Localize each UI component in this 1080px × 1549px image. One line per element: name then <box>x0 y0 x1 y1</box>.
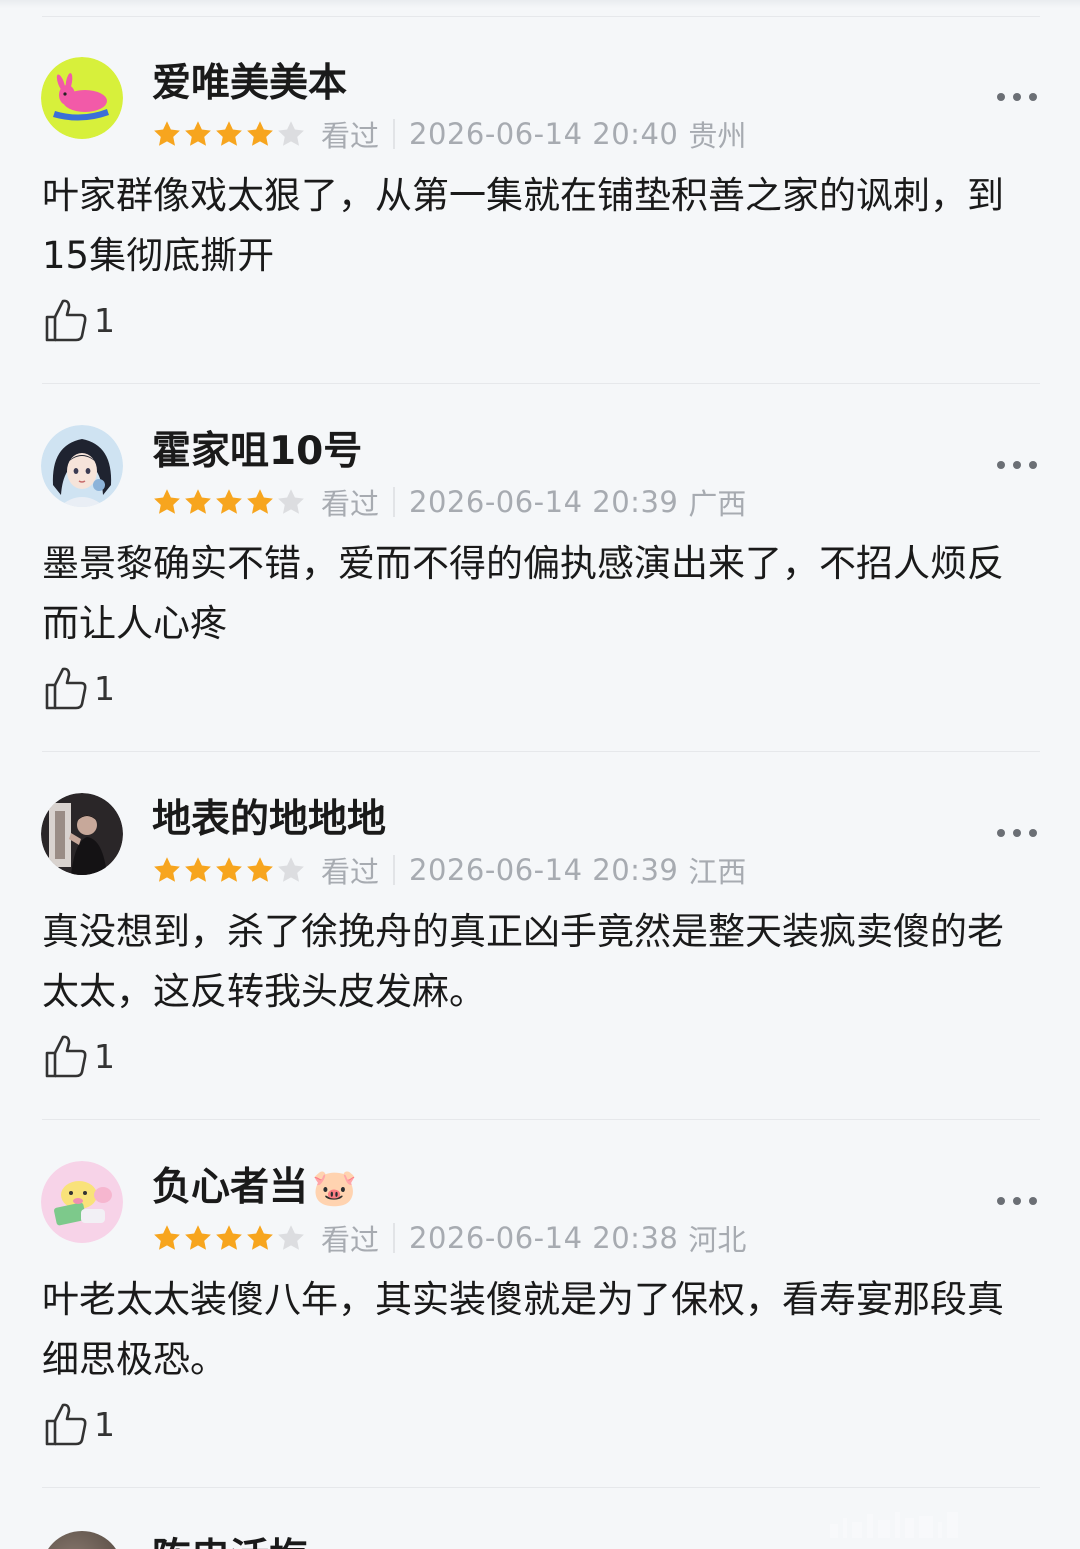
star-filled-icon <box>216 1225 242 1250</box>
thumbs-up-icon <box>45 1035 87 1078</box>
star-filled-icon <box>154 1225 180 1250</box>
avatar[interactable] <box>41 793 123 875</box>
username-text: 负心者当 <box>152 1165 309 1210</box>
avatar[interactable] <box>41 1161 123 1243</box>
star-rating <box>152 855 307 885</box>
star-rating <box>152 119 307 149</box>
thumbs-up-icon <box>45 667 87 710</box>
star-empty-icon <box>278 857 304 882</box>
avatar[interactable] <box>41 57 123 139</box>
meta-row: 看过 2026-06-14 20:39 广西 <box>152 482 746 522</box>
review-card: 负心者当 🐷 看过 2026-06-14 20:38 河北 叶老太太装傻八年，其实… <box>0 1120 1080 1488</box>
like-count: 1 <box>94 1036 115 1076</box>
review-location: 广西 <box>688 487 747 521</box>
watermark-barcode <box>830 1510 1070 1538</box>
like-button[interactable]: 1 <box>44 296 115 344</box>
review-location: 河北 <box>688 1223 747 1257</box>
top-edge <box>0 0 1080 8</box>
star-filled-icon <box>154 489 180 514</box>
star-filled-icon <box>247 1225 273 1250</box>
meta-separator <box>393 487 396 517</box>
pink-bunny-avatar <box>41 57 123 139</box>
meta-row: 看过 2026-06-14 20:38 河北 <box>152 1218 746 1258</box>
star-empty-icon <box>278 489 304 514</box>
username[interactable]: 霍家咀10号 <box>152 426 362 478</box>
like-button[interactable]: 1 <box>44 664 115 712</box>
meta-separator <box>393 119 396 149</box>
star-rating <box>152 1223 307 1253</box>
review-content: 墨景黎确实不错，爱而不得的偏执感演出来了，不招人烦反而让人心疼 <box>42 542 1004 645</box>
anime-girl-avatar <box>41 425 123 507</box>
more-options-icon[interactable] <box>995 1193 1039 1209</box>
star-filled-icon <box>154 857 180 882</box>
cartoon-pig-avatar <box>41 1161 123 1243</box>
meta-separator <box>393 855 396 885</box>
review-location: 贵州 <box>688 119 747 153</box>
star-filled-icon <box>185 1225 211 1250</box>
review-content: 叶家群像戏太狠了，从第一集就在铺垫积善之家的讽刺，到15集彻底撕开 <box>42 174 1004 277</box>
review-content: 叶老太太装傻八年，其实装傻就是为了保权，看寿宴那段真细思极恐。 <box>42 1278 1004 1381</box>
more-options-icon[interactable] <box>995 825 1039 841</box>
star-filled-icon <box>247 489 273 514</box>
review-time: 2026-06-14 20:39 <box>409 485 679 519</box>
seen-label: 看过 <box>321 119 380 153</box>
star-empty-icon <box>278 1225 304 1250</box>
review-time: 2026-06-14 20:38 <box>409 1221 679 1255</box>
review-card: 地表的地地地 看过 2026-06-14 20:39 江西 真没想到，杀了徐挽舟… <box>0 752 1080 1120</box>
star-filled-icon <box>216 857 242 882</box>
meta-separator <box>393 1223 396 1253</box>
username[interactable]: 爱唯美美本 <box>152 58 347 110</box>
star-filled-icon <box>247 121 273 146</box>
star-filled-icon <box>216 121 242 146</box>
meta-row: 看过 2026-06-14 20:39 江西 <box>152 850 746 890</box>
thumbs-up-icon <box>45 299 87 342</box>
avatar[interactable] <box>41 425 123 507</box>
avatar[interactable] <box>41 1531 123 1549</box>
seen-label: 看过 <box>321 1223 380 1257</box>
review-content: 真没想到，杀了徐挽舟的真正凶手竟然是整天装疯卖傻的老太太，这反转我头皮发麻。 <box>42 910 1004 1013</box>
like-count: 1 <box>94 1404 115 1444</box>
review-location: 江西 <box>688 855 747 889</box>
star-empty-icon <box>278 121 304 146</box>
man-in-doorway-avatar <box>41 793 123 875</box>
star-filled-icon <box>185 489 211 514</box>
seen-label: 看过 <box>321 487 380 521</box>
thumbs-up-icon <box>45 1403 87 1446</box>
seen-label: 看过 <box>321 855 380 889</box>
username[interactable]: 负心者当 🐷 <box>152 1162 357 1215</box>
review-card: 霍家咀10号 看过 2026-06-14 20:39 广西 墨景黎确实不错，爱而… <box>0 384 1080 752</box>
review-time: 2026-06-14 20:40 <box>409 117 679 151</box>
more-options-icon[interactable] <box>995 89 1039 105</box>
star-filled-icon <box>216 489 242 514</box>
meta-row: 看过 2026-06-14 20:40 贵州 <box>152 114 746 154</box>
like-button[interactable]: 1 <box>44 1400 115 1448</box>
star-rating <box>152 487 307 517</box>
star-filled-icon <box>247 857 273 882</box>
username[interactable]: 地表的地地地 <box>152 794 386 846</box>
divider <box>42 1487 1040 1488</box>
pig-emoji-icon: 🐷 <box>312 1168 357 1209</box>
like-button[interactable]: 1 <box>44 1032 115 1080</box>
star-filled-icon <box>185 857 211 882</box>
like-count: 1 <box>94 300 115 340</box>
review-card: 爱唯美美本 看过 2026-06-14 20:40 贵州 叶家群像戏太狠了，从第… <box>0 16 1080 384</box>
username[interactable]: 陈忠活梅 <box>152 1527 308 1549</box>
review-time: 2026-06-14 20:39 <box>409 853 679 887</box>
like-count: 1 <box>94 668 115 708</box>
star-filled-icon <box>185 121 211 146</box>
star-filled-icon <box>154 121 180 146</box>
more-options-icon[interactable] <box>995 457 1039 473</box>
